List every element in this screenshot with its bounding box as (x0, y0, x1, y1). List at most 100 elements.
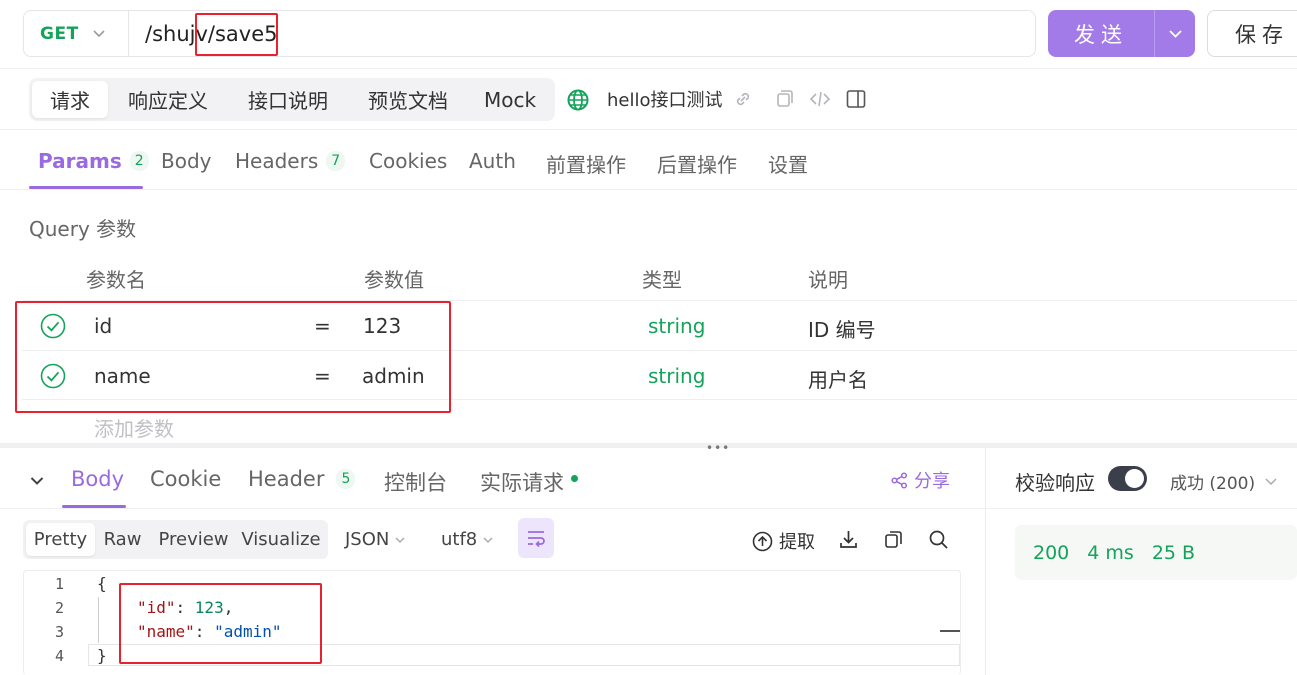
param-description-field[interactable]: ID 编号 (808, 314, 876, 343)
tab-auth[interactable]: Auth (469, 149, 516, 173)
encoding-select[interactable]: utf8 (441, 529, 493, 550)
share-button[interactable]: 分享 (891, 467, 950, 493)
current-line-highlight (88, 644, 960, 666)
tab-visualize[interactable]: Visualize (237, 523, 325, 556)
url-input[interactable]: /shujv/save5 (145, 11, 278, 56)
param-type-select[interactable]: string (648, 314, 705, 338)
code-line: { (97, 574, 107, 593)
drag-handle-icon[interactable]: ••• (706, 441, 730, 455)
toggle-knob (1125, 469, 1144, 488)
status-dot-icon (571, 474, 578, 482)
headers-count-badge: 7 (326, 151, 346, 171)
expected-status-value: 成功 (200) (1170, 474, 1256, 494)
response-time: 4 ms (1087, 541, 1134, 564)
divider (22, 300, 1297, 301)
method-select[interactable]: GET (24, 11, 129, 56)
column-header-type: 类型 (642, 268, 682, 292)
param-description-field[interactable]: 用户名 (808, 364, 868, 393)
tab-params[interactable]: Params 2 (38, 149, 149, 173)
send-button[interactable]: 发送 (1048, 10, 1195, 57)
api-name[interactable]: hello接口测试 (607, 86, 723, 112)
chevron-down-icon[interactable] (1155, 26, 1195, 42)
query-params-title: Query 参数 (29, 217, 137, 241)
globe-icon (566, 88, 590, 112)
verify-response-toggle[interactable] (1108, 466, 1147, 491)
tab-response-definition[interactable]: 响应定义 (108, 81, 228, 118)
copy-icon[interactable] (773, 88, 795, 110)
tab-actual-request[interactable]: 实际请求 (480, 467, 578, 497)
download-icon[interactable] (838, 529, 859, 554)
response-size: 25 B (1151, 541, 1196, 564)
format-select[interactable]: JSON (345, 529, 405, 550)
param-name-field[interactable]: name (94, 364, 151, 388)
tab-body[interactable]: Body (161, 149, 212, 173)
expected-status-select[interactable]: 成功 (200) (1170, 469, 1277, 494)
line-number: 1 (54, 575, 64, 593)
tab-api-description[interactable]: 接口说明 (228, 81, 348, 118)
chevron-down-icon (395, 533, 405, 546)
response-status-card: 200 4 ms 25 B (1015, 525, 1297, 580)
copy-icon[interactable] (883, 529, 904, 554)
param-type-select[interactable]: string (648, 364, 705, 388)
tab-cookies[interactable]: Cookies (369, 149, 447, 173)
chevron-down-icon (1265, 477, 1277, 486)
tab-console[interactable]: 控制台 (384, 467, 447, 497)
code-icon[interactable] (809, 88, 831, 110)
divider (22, 350, 1297, 351)
tab-pre-operation[interactable]: 前置操作 (546, 149, 626, 178)
tab-post-operation[interactable]: 后置操作 (657, 149, 737, 178)
equals-sign: = (314, 364, 331, 388)
extract-button[interactable]: 提取 (752, 528, 815, 554)
sidebar-panel-icon[interactable] (845, 88, 867, 110)
param-value-field[interactable]: admin (362, 364, 425, 388)
param-name-field[interactable]: id (94, 314, 112, 338)
share-label: 分享 (914, 471, 950, 492)
tab-preview[interactable]: Preview (150, 523, 237, 556)
tab-response-header-label: Header (248, 467, 325, 491)
tab-pretty[interactable]: Pretty (26, 523, 95, 556)
tab-response-cookie[interactable]: Cookie (150, 467, 221, 491)
equals-sign: = (314, 314, 331, 338)
url-bar: GET /shujv/save5 (23, 10, 1036, 57)
word-wrap-button[interactable] (518, 518, 554, 558)
tab-raw[interactable]: Raw (95, 523, 150, 556)
tab-mock[interactable]: Mock (468, 81, 552, 118)
code-line: "name": "admin" (137, 622, 282, 641)
add-param-input[interactable]: 添加参数 (94, 413, 174, 442)
tab-preview-doc[interactable]: 预览文档 (348, 81, 468, 118)
tab-request[interactable]: 请求 (32, 81, 108, 118)
check-circle-icon[interactable] (40, 313, 66, 339)
tab-params-label: Params (38, 149, 122, 173)
collapse-chevron-icon[interactable] (30, 471, 44, 490)
chevron-down-icon (483, 533, 493, 546)
tab-headers-label: Headers (235, 149, 319, 173)
extract-label: 提取 (779, 532, 815, 553)
divider (0, 189, 1297, 190)
chevron-down-icon (93, 27, 105, 41)
column-header-value: 参数值 (364, 268, 424, 292)
tab-settings[interactable]: 设置 (768, 149, 808, 178)
format-select-value: JSON (345, 529, 390, 550)
tab-headers[interactable]: Headers 7 (235, 149, 346, 173)
scrollbar-marker[interactable] (940, 630, 960, 632)
divider (0, 68, 1297, 69)
divider (986, 508, 1297, 509)
save-button[interactable]: 保存 (1207, 10, 1297, 57)
search-icon[interactable] (928, 529, 949, 554)
json-number: 123 (194, 598, 224, 617)
param-value-field[interactable]: 123 (363, 314, 401, 338)
check-circle-icon[interactable] (40, 363, 66, 389)
share-icon (891, 471, 908, 489)
request-tabs: 请求 响应定义 接口说明 预览文档 Mock (29, 78, 555, 121)
line-number: 3 (54, 623, 64, 641)
code-line: } (97, 646, 107, 665)
indent-guide (98, 597, 99, 643)
divider (0, 129, 1297, 130)
tab-response-body[interactable]: Body (71, 467, 124, 491)
tab-response-header[interactable]: Header 5 (248, 467, 356, 491)
resize-handle[interactable] (0, 443, 1297, 448)
json-string: "admin" (214, 622, 282, 641)
link-icon[interactable] (732, 88, 754, 110)
extract-icon (752, 531, 773, 552)
encoding-select-value: utf8 (441, 529, 478, 550)
